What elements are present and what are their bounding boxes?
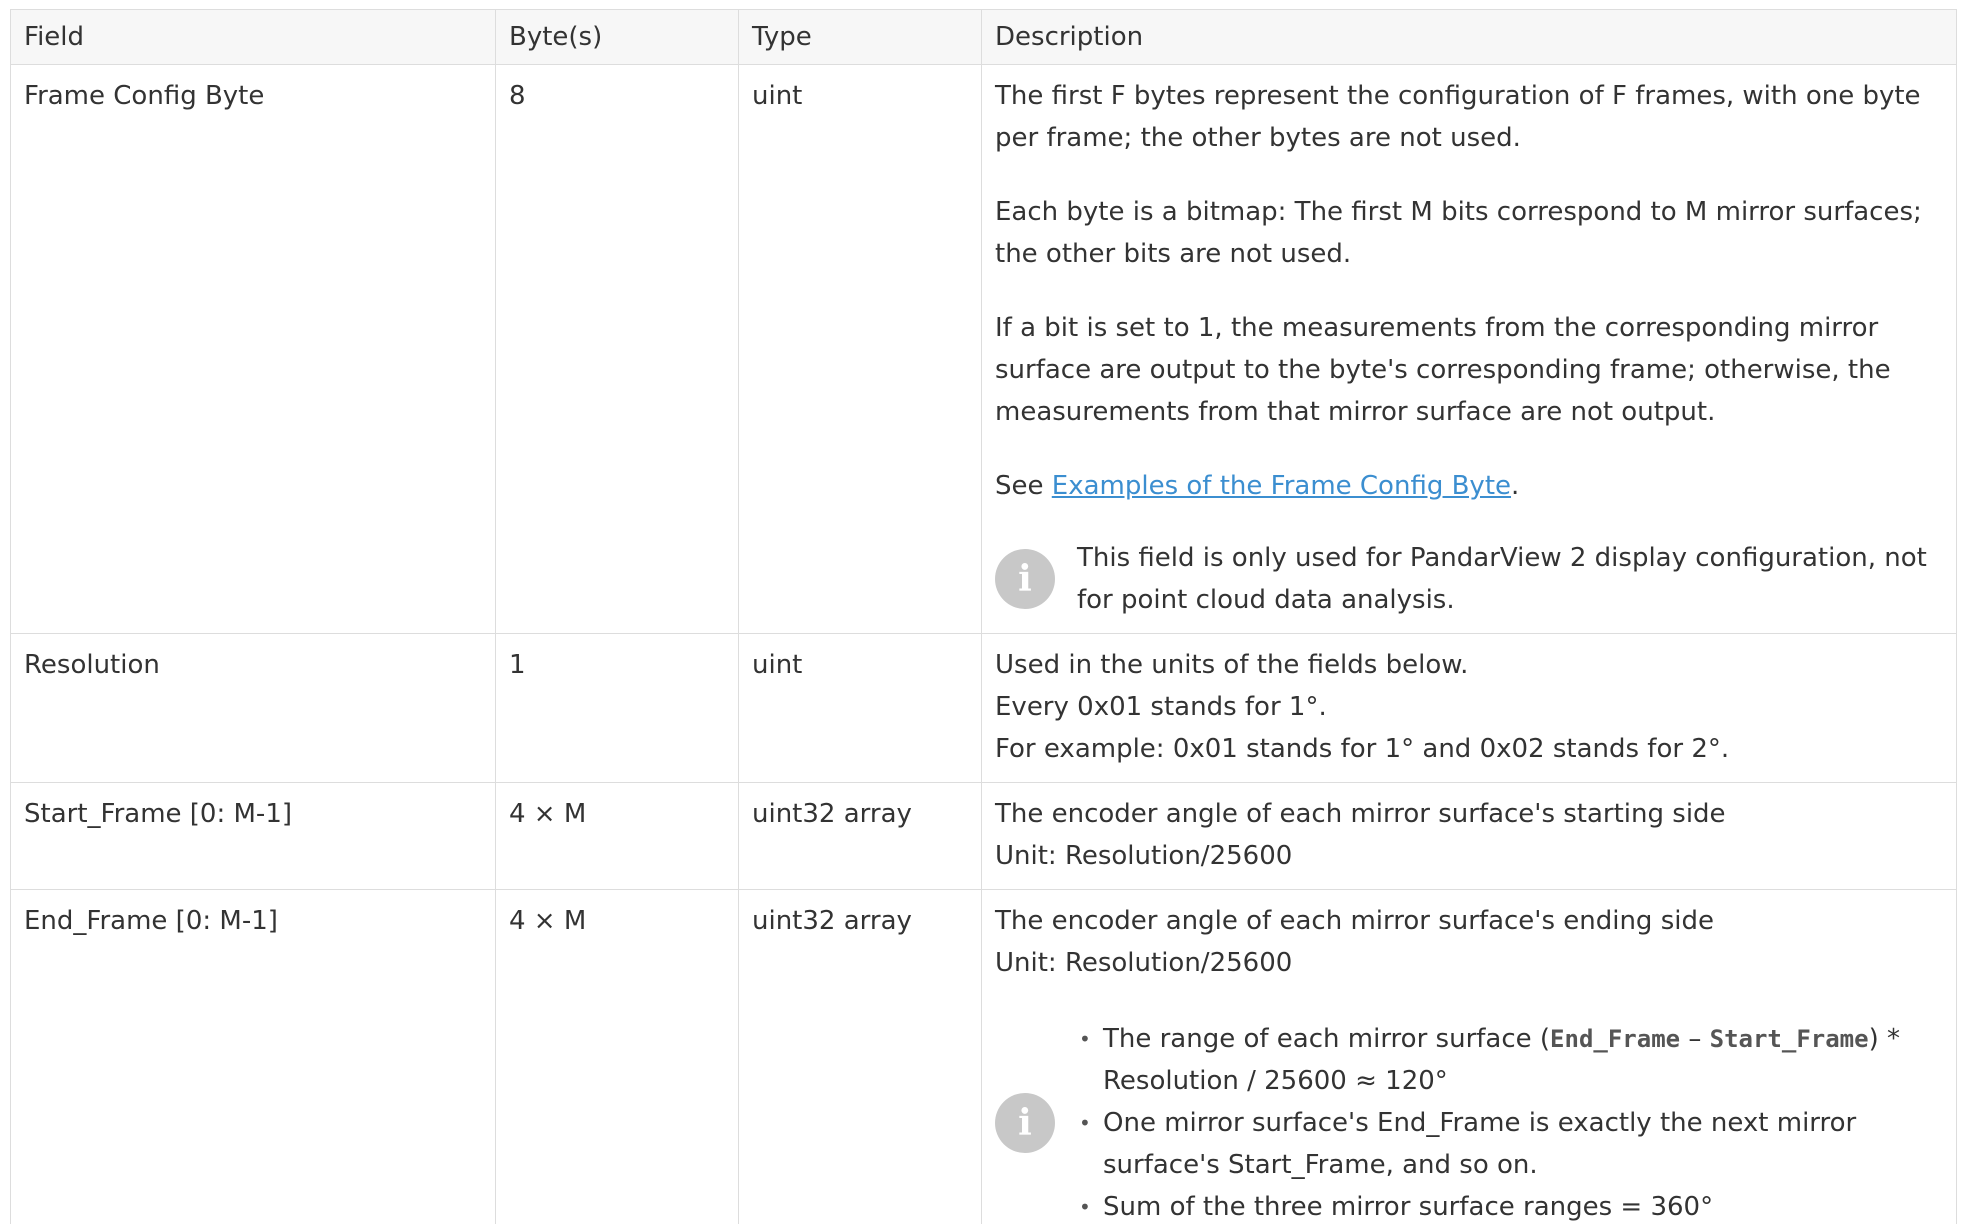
cell-type: uint: [738, 633, 982, 783]
description-line: For example: 0x01 stands for 1° and 0x02…: [995, 734, 1730, 764]
see-prefix: See: [995, 471, 1052, 501]
cell-field: Resolution: [10, 633, 496, 783]
cell-field: Start_Frame [0: M-1]: [10, 782, 496, 890]
info-note-text: This field is only used for PandarView 2…: [1077, 543, 1927, 615]
cell-description: The encoder angle of each mirror surface…: [981, 782, 1957, 890]
description-line: Unit: Resolution/25600: [995, 841, 1293, 871]
cell-type: uint: [738, 64, 982, 634]
description-paragraph: If a bit is set to 1, the measurements f…: [995, 313, 1891, 427]
see-also-line: See Examples of the Frame Config Byte.: [995, 465, 1943, 507]
bullet-item: Sum of the three mirror surface ranges =…: [1077, 1186, 1943, 1224]
cell-type: uint32 array: [738, 782, 982, 890]
cell-bytes: 1: [495, 633, 739, 783]
cell-bytes: 8: [495, 64, 739, 634]
description-line: The encoder angle of each mirror surface…: [995, 799, 1726, 829]
bullet-dash: –: [1680, 1024, 1710, 1054]
description-line: Every 0x01 stands for 1°.: [995, 692, 1327, 722]
table-row: Frame Config Byte 8 uint The first F byt…: [10, 64, 1957, 634]
header-field: Field: [10, 9, 496, 65]
frame-config-table: Field Byte(s) Type Description Frame Con…: [10, 9, 1957, 1224]
see-suffix: .: [1511, 471, 1520, 501]
cell-field: Frame Config Byte: [10, 64, 496, 634]
bullet-item: The range of each mirror surface (End_Fr…: [1077, 1018, 1943, 1102]
table-row: End_Frame [0: M-1] 4 × M uint32 array Th…: [10, 889, 1957, 1224]
code-end-frame: End_Frame: [1550, 1025, 1681, 1053]
table-header-row: Field Byte(s) Type Description: [10, 9, 1957, 65]
header-type: Type: [738, 9, 982, 65]
cell-type: uint32 array: [738, 889, 982, 1224]
cell-bytes: 4 × M: [495, 782, 739, 890]
cell-description: The encoder angle of each mirror surface…: [981, 889, 1957, 1224]
info-note: i The range of each mirror surface (End_…: [995, 1018, 1943, 1224]
description-line: Unit: Resolution/25600: [995, 948, 1293, 978]
header-bytes: Byte(s): [495, 9, 739, 65]
cell-field: End_Frame [0: M-1]: [10, 889, 496, 1224]
table-row: Start_Frame [0: M-1] 4 × M uint32 array …: [10, 782, 1957, 890]
description-paragraph: Each byte is a bitmap: The first M bits …: [995, 197, 1922, 269]
examples-frame-config-byte-link[interactable]: Examples of the Frame Config Byte: [1052, 471, 1511, 501]
description-paragraph: The first F bytes represent the configur…: [995, 81, 1921, 153]
info-note-bullets: The range of each mirror surface (End_Fr…: [1077, 1018, 1943, 1224]
page: Field Byte(s) Type Description Frame Con…: [0, 0, 1961, 1224]
description-line: Used in the units of the fields below.: [995, 650, 1469, 680]
code-start-frame: Start_Frame: [1709, 1025, 1869, 1053]
cell-bytes: 4 × M: [495, 889, 739, 1224]
cell-description: Used in the units of the fields below. E…: [981, 633, 1957, 783]
bullet-text: The range of each mirror surface (: [1103, 1024, 1551, 1054]
cell-description: The first F bytes represent the configur…: [981, 64, 1957, 634]
bullet-item: One mirror surface's End_Frame is exactl…: [1077, 1102, 1943, 1186]
info-icon: i: [995, 1093, 1055, 1153]
header-description: Description: [981, 9, 1957, 65]
info-icon: i: [995, 549, 1055, 609]
table-row: Resolution 1 uint Used in the units of t…: [10, 633, 1957, 783]
description-line: The encoder angle of each mirror surface…: [995, 906, 1714, 936]
info-note: i This field is only used for PandarView…: [995, 537, 1943, 621]
